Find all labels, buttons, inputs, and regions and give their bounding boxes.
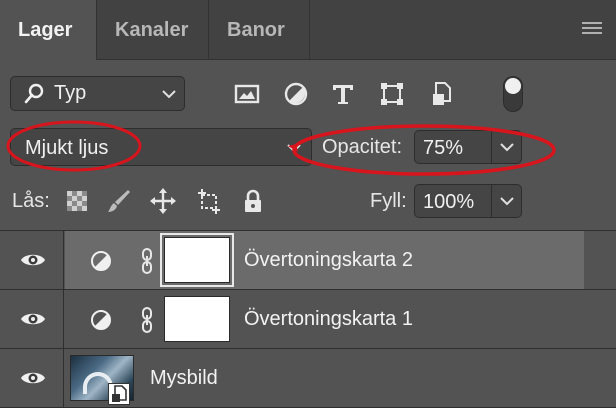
filter-toggle[interactable] [503,76,523,112]
smart-object-badge-icon [108,383,130,405]
layer-filter-label: Typ [54,82,87,104]
layer-row[interactable]: Övertoningskarta 2 [0,231,616,290]
layer-name[interactable]: Mysbild [150,367,218,390]
opacity-label: Opacitet: [322,136,403,158]
visibility-toggle[interactable] [0,349,64,407]
eye-icon [21,313,45,325]
chevron-down-icon [500,143,514,152]
layer-filter-select[interactable]: Typ [10,76,185,111]
opacity-field[interactable]: 75% [414,130,522,164]
visibility-toggle[interactable] [0,290,64,348]
adjustment-filter-icon[interactable] [282,80,310,108]
opacity-dropdown-button[interactable] [491,131,521,163]
smart-object-filter-icon[interactable] [428,80,456,108]
search-icon [24,83,44,104]
adjustment-layer-icon [91,251,111,271]
chevron-down-icon [162,90,176,99]
blend-mode-value: Mjukt ljus [25,137,109,159]
panel-menu-icon[interactable] [582,22,602,38]
tab-paths[interactable]: Banor [208,0,310,60]
chevron-down-icon [287,144,301,153]
lock-position-move-icon[interactable] [150,188,176,214]
chain-link-icon[interactable] [138,247,156,275]
layers-list: Övertoningskarta 2 Övertoningskarta 1 My… [0,230,616,408]
layer-row[interactable]: Övertoningskarta 1 [0,290,616,349]
layer-name[interactable]: Övertoningskarta 2 [244,249,413,272]
blend-mode-select[interactable]: Mjukt ljus [10,128,312,166]
fill-field[interactable]: 100% [414,184,522,218]
eye-icon [21,372,45,384]
lock-artboard-icon[interactable] [196,188,222,214]
lock-label: Lås: [12,190,50,212]
fill-dropdown-button[interactable] [491,185,521,217]
type-filter-icon[interactable] [329,80,357,108]
layer-name[interactable]: Övertoningskarta 1 [244,308,413,331]
tab-channels[interactable]: Kanaler [96,0,208,60]
layer-row[interactable]: Mysbild [0,349,616,408]
panel-tab-bar: Lager Kanaler Banor [0,0,616,61]
chain-link-icon[interactable] [138,306,156,334]
tab-layers[interactable]: Lager [0,0,96,61]
eye-icon [21,254,45,266]
shape-filter-icon[interactable] [378,80,406,108]
image-filter-icon[interactable] [233,80,261,108]
layer-mask-thumbnail[interactable] [164,296,230,342]
adjustment-layer-icon [91,310,111,330]
fill-value: 100% [423,191,475,213]
lock-pixels-brush-icon[interactable] [106,188,132,214]
layer-mask-thumbnail[interactable] [160,233,234,287]
chevron-down-icon [500,197,514,206]
fill-label: Fyll: [370,190,407,212]
visibility-toggle[interactable] [0,231,64,289]
lock-transparency-icon[interactable] [64,188,90,214]
opacity-value: 75% [423,137,464,159]
lock-all-icon[interactable] [240,188,266,214]
